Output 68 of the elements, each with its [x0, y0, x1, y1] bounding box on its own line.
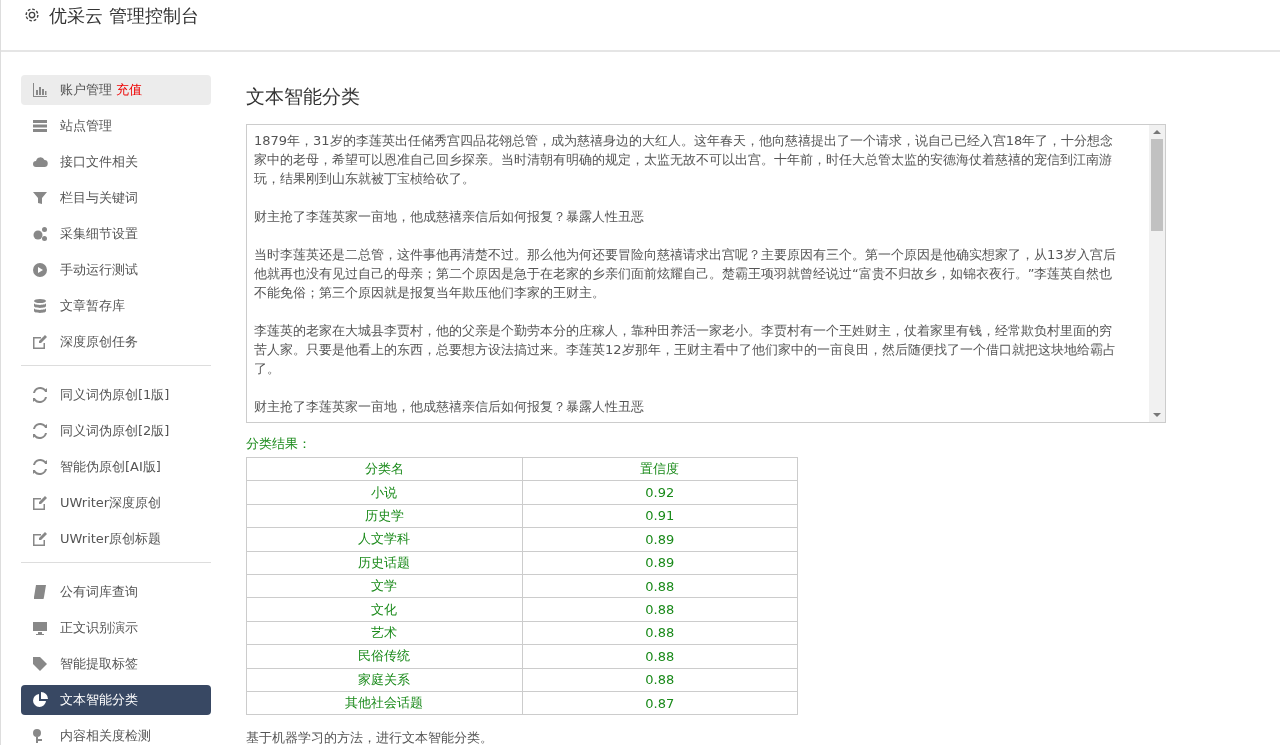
- sidebar-item[interactable]: 手动运行测试: [21, 255, 211, 285]
- result-label: 分类结果：: [246, 435, 312, 453]
- app-title: 优采云 管理控制台: [49, 4, 199, 28]
- sidebar-item[interactable]: 正文识别演示: [21, 613, 211, 643]
- page-title: 文本智能分类: [246, 84, 361, 109]
- sidebar-item[interactable]: 接口文件相关: [21, 147, 211, 177]
- table-cell: 文化: [246, 597, 522, 622]
- play-icon: [32, 262, 48, 278]
- sidebar-item[interactable]: 智能伪原创[AI版]: [21, 452, 211, 482]
- server-icon: [32, 118, 48, 134]
- scrollbar[interactable]: [1149, 125, 1165, 422]
- filter-icon: [32, 190, 48, 206]
- monitor-icon: [32, 620, 48, 636]
- paragraph: 1879年，31岁的李莲英出任储秀宫四品花翎总管，成为慈禧身边的大红人。这年春天，他向慈禧提出了一个请求，说自己已经入宫18年了，十分想念家中的老母，希望可以恩准自己回乡探亲。当时清朝有明确的规定，太监无故不可以出宫。十年前，时任大总管太监的安德海仗着慈禧的宠信到江南游玩，结果刚到山东就被丁宝桢给砍了。: [254, 132, 1115, 188]
- db-icon: [32, 298, 48, 314]
- sidebar-item[interactable]: 智能提取标签: [21, 649, 211, 679]
- sidebar-item[interactable]: 文本智能分类: [21, 685, 211, 715]
- sidebar-item[interactable]: 栏目与关键词: [21, 183, 211, 213]
- book-icon: [32, 584, 48, 600]
- refresh-icon: [32, 459, 48, 475]
- settings-icon: [23, 6, 41, 24]
- sidebar-item[interactable]: 采集细节设置: [21, 219, 211, 249]
- edit-icon: [32, 531, 48, 547]
- refresh-icon: [32, 423, 48, 439]
- column-header: 置信度: [522, 457, 798, 481]
- table-cell: 0.88: [522, 597, 798, 622]
- table-cell: 0.87: [522, 691, 798, 715]
- text-input-field[interactable]: [246, 124, 1166, 423]
- cloud-icon: [32, 154, 48, 170]
- table-cell: 历史学: [246, 504, 522, 528]
- table-cell: 人文学科: [246, 527, 522, 552]
- paragraph: 财主抢了李莲英家一亩地，他成慈禧亲信后如何报复？暴露人性丑恶: [254, 208, 645, 226]
- table-cell: 0.88: [522, 644, 798, 668]
- table-cell: 小说: [246, 480, 522, 505]
- sidebar-item[interactable]: UWriter深度原创: [21, 488, 211, 518]
- edit-icon: [32, 495, 48, 511]
- edit-icon: [32, 334, 48, 350]
- sidebar-item[interactable]: 同义词伪原创[1版]: [21, 380, 211, 410]
- table-cell: 0.88: [522, 621, 798, 645]
- table-cell: 历史话题: [246, 551, 522, 575]
- footnote: 基于机器学习的方法，进行文本智能分类。: [246, 729, 494, 745]
- table-cell: 0.91: [522, 504, 798, 528]
- table-cell: 0.92: [522, 480, 798, 505]
- table-cell: 其他社会话题: [246, 691, 522, 715]
- sidebar-item[interactable]: 账户管理 充值: [21, 75, 211, 105]
- bars-icon: [32, 82, 48, 98]
- table-cell: 0.89: [522, 551, 798, 575]
- sidebar-item[interactable]: 内容相关度检测: [21, 721, 211, 745]
- table-cell: 艺术: [246, 621, 522, 645]
- table-cell: 家庭关系: [246, 668, 522, 692]
- sidebar-item[interactable]: 深度原创任务: [21, 327, 211, 357]
- table-cell: 0.89: [522, 527, 798, 552]
- table-cell: 0.88: [522, 668, 798, 692]
- table-cell: 文学: [246, 574, 522, 598]
- table-cell: 民俗传统: [246, 644, 522, 668]
- paragraph: 当时李莲英还是二总管，这件事他再清楚不过。那么他为何还要冒险向慈禧请求出宫呢？主要原因有三个。第一个原因是他确实想家了，从13岁入宫后他就再也没有见过自己的母亲；第二个原因是急于在老家的乡亲们面前炫耀自己。楚霸王项羽就曾经说过“富贵不归故乡，如锦衣夜行。”李莲英自然也不能免俗；第三个原因就是报复当年欺压他们李家的王财主。: [254, 246, 1117, 302]
- sidebar-item[interactable]: 文章暂存库: [21, 291, 211, 321]
- column-header: 分类名: [246, 457, 522, 481]
- paragraph: 李莲英的老家在大城县李贾村，他的父亲是个勤劳本分的庄稼人，靠种田养活一家老小。李贾村有一个王姓财主，仗着家里有钱，经常欺负村里面的穷苦人家。只要是他看上的东西，总要想方设法搞过来。李莲英12岁那年，王财主看中了他们家中的一亩良田，然后随便找了一个借口就把这块地给霸占了。: [254, 322, 1117, 378]
- sidebar-item[interactable]: 公有词库查询: [21, 577, 211, 607]
- sidebar-item[interactable]: 站点管理: [21, 111, 211, 141]
- sidebar-item[interactable]: 同义词伪原创[2版]: [21, 416, 211, 446]
- tag-icon: [32, 656, 48, 672]
- sidebar-item[interactable]: UWriter原创标题: [21, 524, 211, 554]
- refresh-icon: [32, 387, 48, 403]
- table-cell: 0.88: [522, 574, 798, 598]
- paragraph: 财主抢了李莲英家一亩地，他成慈禧亲信后如何报复？暴露人性丑恶: [254, 398, 645, 416]
- pie-icon: [32, 692, 48, 708]
